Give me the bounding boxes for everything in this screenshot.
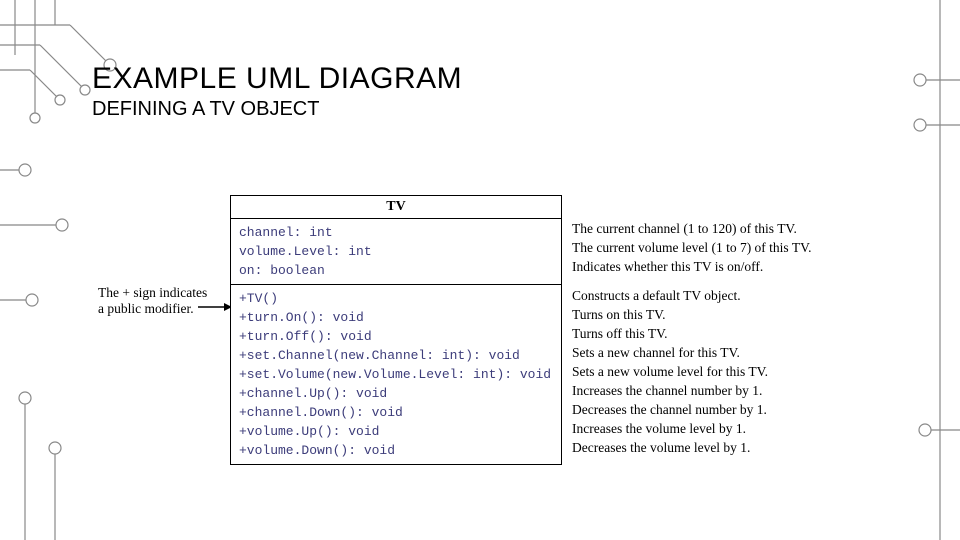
uml-method: +volume.Down(): void [239,441,553,460]
uml-attribute-desc: Indicates whether this TV is on/off. [572,257,811,276]
uml-attribute: volume.Level: int [239,242,553,261]
uml-method: +channel.Up(): void [239,384,553,403]
slide-title: EXAMPLE UML DIAGRAM [92,62,462,96]
uml-method-desc: Sets a new channel for this TV. [572,343,811,362]
arrow-icon [198,300,232,314]
uml-method-desc: Constructs a default TV object. [572,286,811,305]
uml-method-desc: Decreases the volume level by 1. [572,438,811,457]
uml-method-desc: Increases the channel number by 1. [572,381,811,400]
uml-class-box: TV channel: int volume.Level: int on: bo… [230,195,562,465]
uml-descriptions: The current channel (1 to 120) of this T… [572,195,811,457]
circuit-decoration-left [0,150,120,540]
uml-method-desc: Sets a new volume level for this TV. [572,362,811,381]
uml-methods-section: +TV() +turn.On(): void +turn.Off(): void… [231,285,561,464]
uml-attributes-section: channel: int volume.Level: int on: boole… [231,219,561,285]
uml-method: +channel.Down(): void [239,403,553,422]
circuit-decoration-right [880,0,960,540]
uml-method-desc: Increases the volume level by 1. [572,419,811,438]
uml-method: +set.Channel(new.Channel: int): void [239,346,553,365]
uml-method: +volume.Up(): void [239,422,553,441]
uml-attribute-desc: The current volume level (1 to 7) of thi… [572,238,811,257]
slide-subtitle: DEFINING A TV OBJECT [92,98,462,121]
uml-method: +turn.Off(): void [239,327,553,346]
uml-method: +turn.On(): void [239,308,553,327]
uml-attribute: channel: int [239,223,553,242]
uml-method-desc: Turns off this TV. [572,324,811,343]
uml-method: +TV() [239,289,553,308]
uml-class-name: TV [231,196,561,219]
uml-method: +set.Volume(new.Volume.Level: int): void [239,365,553,384]
note-line-1: The + sign indicates [98,285,223,301]
uml-method-desc: Turns on this TV. [572,305,811,324]
uml-attribute: on: boolean [239,261,553,280]
uml-attribute-desc: The current channel (1 to 120) of this T… [572,219,811,238]
uml-method-desc: Decreases the channel number by 1. [572,400,811,419]
